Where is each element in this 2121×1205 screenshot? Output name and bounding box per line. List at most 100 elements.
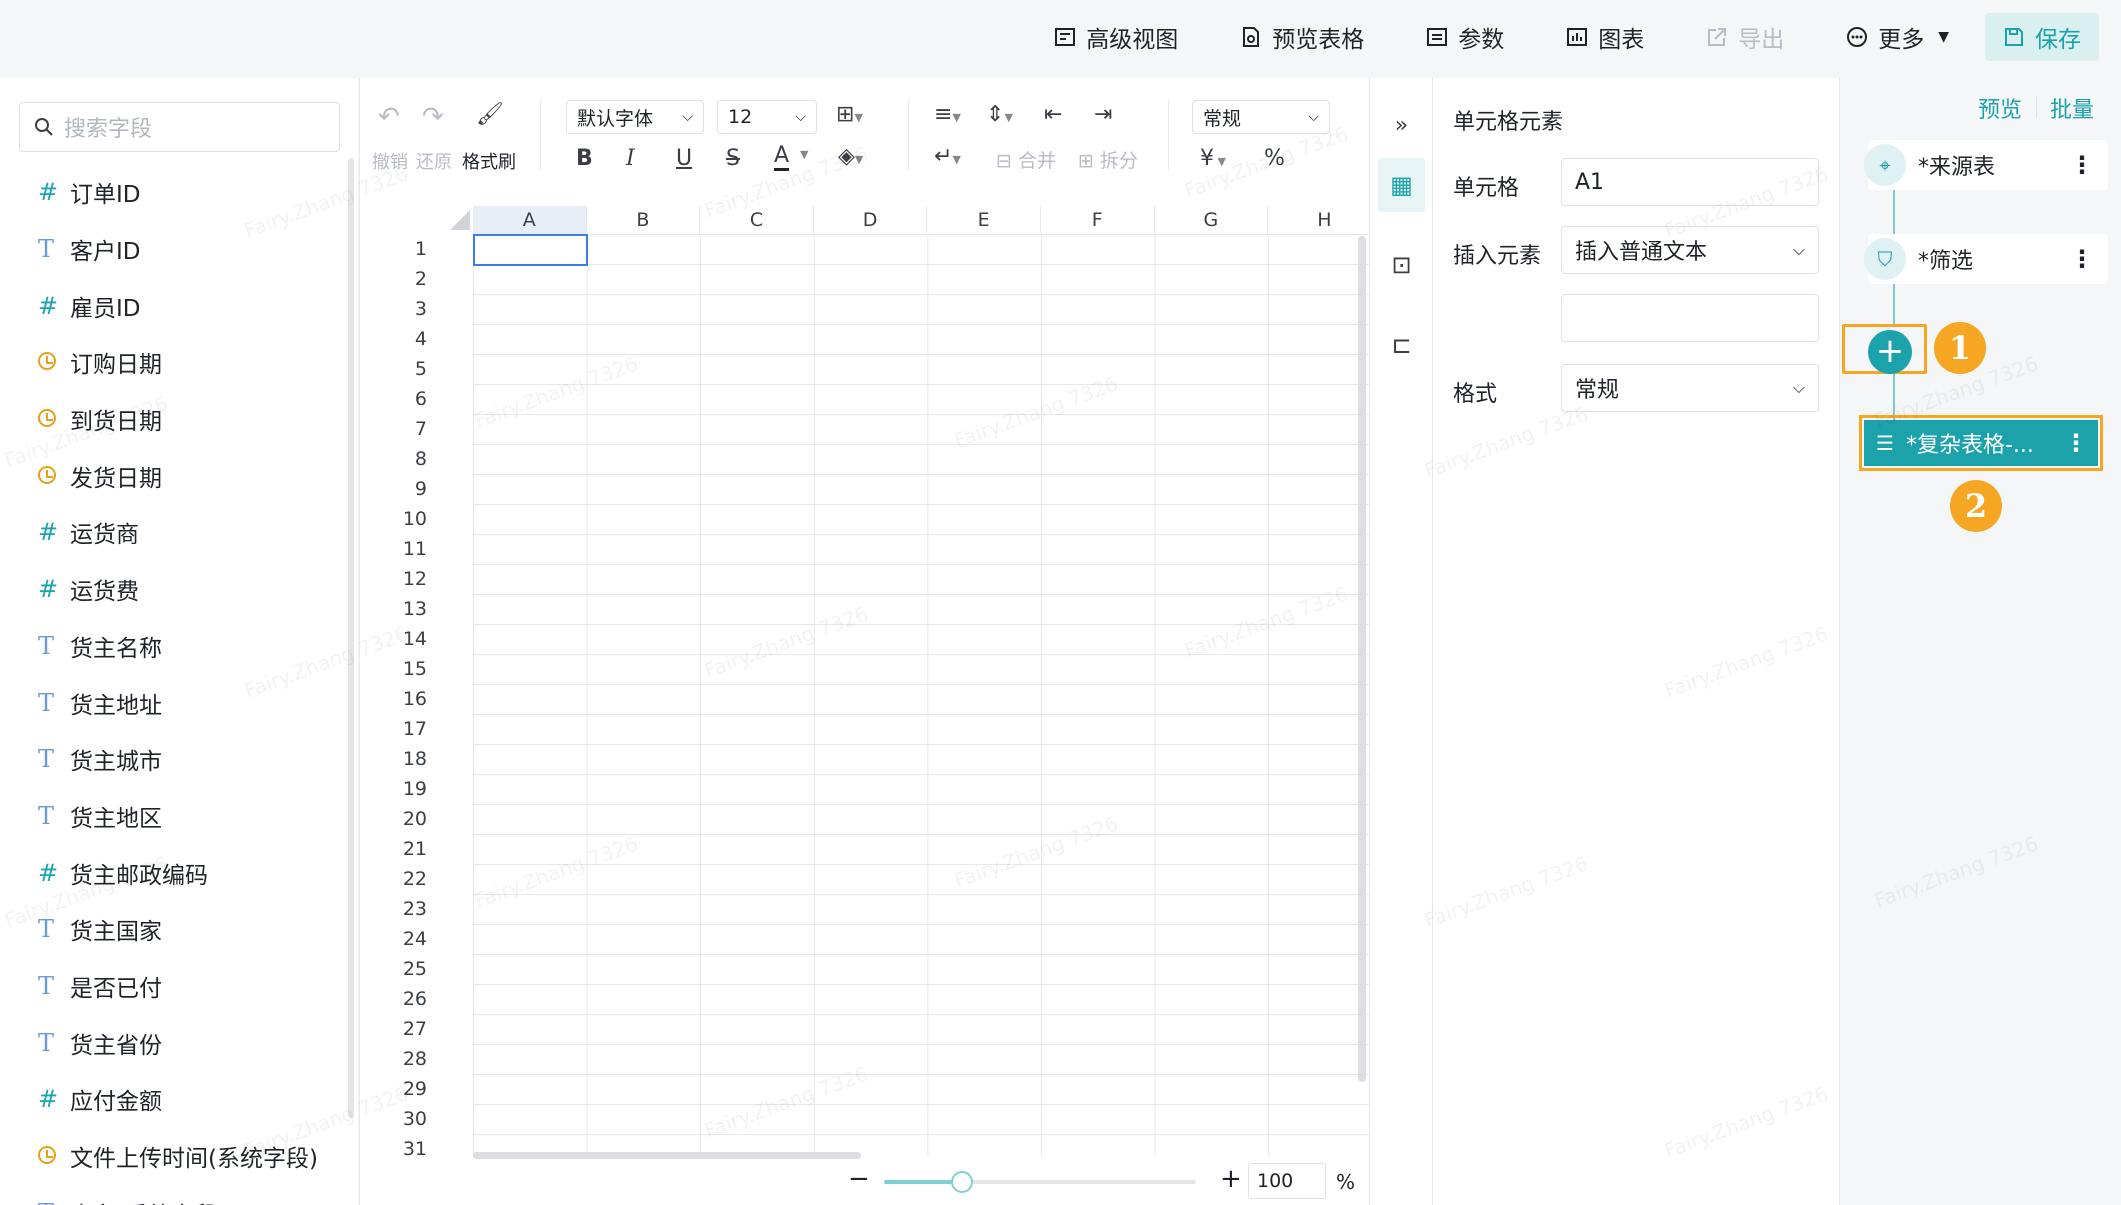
fill-color-icon[interactable]: ◈▼	[838, 144, 863, 169]
column-header[interactable]: H	[1268, 206, 1370, 234]
column-header[interactable]: G	[1155, 206, 1269, 234]
selected-cell[interactable]	[473, 234, 588, 266]
row-header[interactable]: 10	[360, 504, 473, 534]
style-tab-icon[interactable]: ⊏	[1378, 318, 1425, 372]
row-header[interactable]: 28	[360, 1044, 473, 1074]
zoom-in-button[interactable]: +	[1220, 1164, 1242, 1194]
row-header[interactable]: 20	[360, 804, 473, 834]
row-header[interactable]: 22	[360, 864, 473, 894]
zoom-slider[interactable]	[884, 1171, 1196, 1193]
add-node-button[interactable]: +	[1868, 330, 1912, 374]
row-header[interactable]: 14	[360, 624, 473, 654]
italic-button[interactable]: I	[626, 146, 635, 171]
vertical-scrollbar[interactable]	[1358, 236, 1366, 1082]
batch-link[interactable]: 批量	[2050, 92, 2094, 124]
row-header[interactable]: 23	[360, 894, 473, 924]
font-size-select[interactable]: 12 ⌵	[717, 100, 817, 134]
complex-table-node[interactable]: ☰ *复杂表格-... ⋮	[1859, 415, 2103, 471]
row-header[interactable]: 6	[360, 384, 473, 414]
font-color-button[interactable]: A	[774, 144, 790, 171]
row-header[interactable]: 15	[360, 654, 473, 684]
row-header[interactable]: 3	[360, 294, 473, 324]
field-item[interactable]: # 货主邮政编码	[38, 844, 318, 901]
column-header[interactable]: B	[587, 206, 701, 234]
kebab-menu-icon[interactable]: ⋮	[2070, 151, 2094, 179]
filter-node[interactable]: ⛉ *筛选 ⋮	[1864, 234, 2108, 284]
preview-table-button[interactable]: 预览表格	[1240, 20, 1364, 54]
cell-input[interactable]: A1	[1561, 158, 1819, 206]
field-item[interactable]: # 订单ID	[38, 164, 318, 221]
row-header[interactable]: 26	[360, 984, 473, 1014]
row-header[interactable]: 12	[360, 564, 473, 594]
chart-button[interactable]: 图表	[1566, 20, 1644, 54]
insert-element-select[interactable]: 插入普通文本 ⌵	[1561, 226, 1819, 274]
cell-property-tab-icon[interactable]: ⊡	[1378, 238, 1425, 292]
decrease-indent-icon[interactable]: ⇤	[1044, 102, 1062, 127]
bold-button[interactable]: B	[576, 146, 593, 171]
save-button[interactable]: 保存	[1985, 13, 2099, 61]
column-header[interactable]: F	[1041, 206, 1155, 234]
field-item[interactable]: T 是否已付	[38, 958, 318, 1015]
row-header[interactable]: 4	[360, 324, 473, 354]
wrap-text-icon[interactable]: ↵▼	[934, 144, 961, 169]
field-item[interactable]: T 货主省份	[38, 1014, 318, 1071]
row-header[interactable]: 19	[360, 774, 473, 804]
advanced-view-button[interactable]: 高级视图	[1054, 20, 1178, 54]
row-header[interactable]: 31	[360, 1134, 473, 1156]
more-button[interactable]: 更多 ▼	[1846, 20, 1949, 54]
vertical-align-icon[interactable]: ⇕▼	[986, 102, 1013, 127]
field-item[interactable]: T 货主名称	[38, 618, 318, 675]
horizontal-scrollbar[interactable]	[473, 1152, 861, 1159]
column-header[interactable]: D	[814, 206, 928, 234]
row-header[interactable]: 30	[360, 1104, 473, 1134]
field-item[interactable]: T 货主国家	[38, 901, 318, 958]
increase-indent-icon[interactable]: ⇥	[1094, 102, 1112, 127]
row-header[interactable]: 5	[360, 354, 473, 384]
export-button[interactable]: 导出	[1706, 20, 1784, 54]
format-select[interactable]: 常规 ⌵	[1561, 364, 1819, 412]
insert-content-input[interactable]	[1561, 294, 1819, 342]
row-header[interactable]: 24	[360, 924, 473, 954]
parameter-button[interactable]: 参数	[1426, 20, 1504, 54]
field-panel-scrollbar[interactable]	[348, 158, 354, 1118]
zoom-slider-thumb[interactable]	[951, 1171, 973, 1193]
row-header[interactable]: 13	[360, 594, 473, 624]
field-item[interactable]: 文件上传时间(系统字段)	[38, 1128, 318, 1185]
row-header[interactable]: 8	[360, 444, 473, 474]
field-item[interactable]: T 货主地区	[38, 788, 318, 845]
row-header[interactable]: 27	[360, 1014, 473, 1044]
row-header[interactable]: 2	[360, 264, 473, 294]
field-item[interactable]: T 货主地址	[38, 674, 318, 731]
horizontal-align-icon[interactable]: ≡▼	[934, 102, 961, 127]
merge-button[interactable]: ⊟ 合并	[996, 146, 1056, 173]
row-header[interactable]: 11	[360, 534, 473, 564]
cell-element-tab-icon[interactable]: ▦	[1378, 158, 1425, 212]
field-item[interactable]: # 运货费	[38, 561, 318, 618]
redo-icon[interactable]: ↷	[422, 102, 444, 132]
collapse-panel-icon[interactable]: »	[1378, 98, 1425, 152]
split-button[interactable]: ⊞ 拆分	[1078, 146, 1138, 173]
field-item[interactable]: T表名(系统字段)	[38, 1184, 318, 1205]
row-header[interactable]: 7	[360, 414, 473, 444]
preview-link[interactable]: 预览	[1978, 92, 2022, 124]
column-header[interactable]: A	[473, 206, 587, 234]
kebab-menu-icon[interactable]: ⋮	[2070, 245, 2094, 273]
strikethrough-button[interactable]: S	[726, 146, 740, 171]
column-header[interactable]: C	[700, 206, 814, 234]
field-search-input[interactable]: 搜索字段	[19, 102, 340, 152]
zoom-out-button[interactable]: −	[848, 1164, 870, 1194]
row-header[interactable]: 16	[360, 684, 473, 714]
field-item[interactable]: # 雇员ID	[38, 277, 318, 334]
zoom-input[interactable]: 100	[1248, 1163, 1326, 1199]
select-all-corner[interactable]	[450, 210, 470, 230]
row-header[interactable]: 18	[360, 744, 473, 774]
undo-icon[interactable]: ↶	[378, 102, 400, 132]
row-header[interactable]: 1	[360, 234, 473, 264]
percent-button[interactable]: %	[1264, 146, 1285, 171]
field-item[interactable]: 订购日期	[38, 334, 318, 391]
cell-area[interactable]	[473, 234, 1370, 1156]
row-header[interactable]: 9	[360, 474, 473, 504]
row-header[interactable]: 25	[360, 954, 473, 984]
underline-button[interactable]: U	[676, 146, 692, 171]
currency-button[interactable]: ¥ ▼	[1200, 146, 1226, 171]
